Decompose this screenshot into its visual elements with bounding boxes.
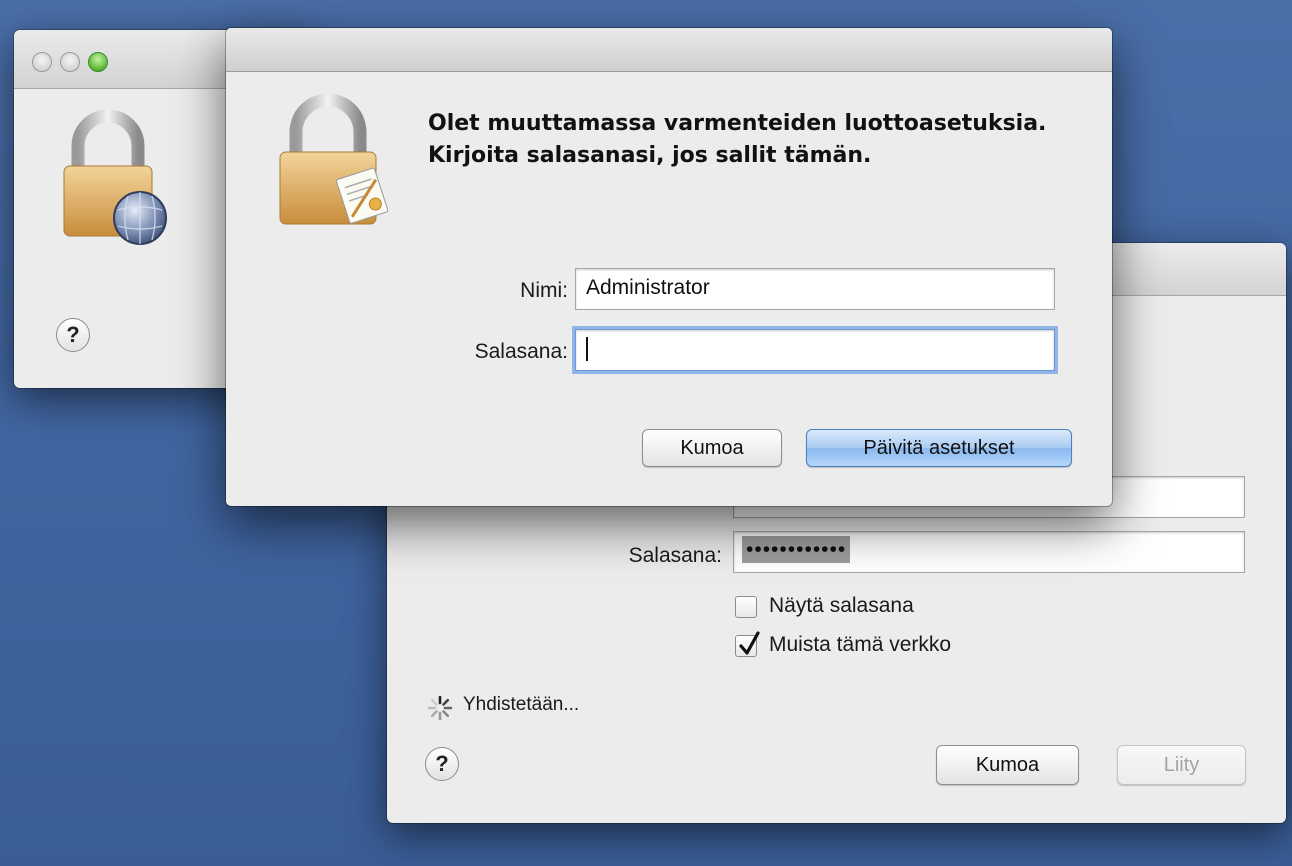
- password-field[interactable]: [575, 329, 1055, 371]
- spinner-icon: [427, 695, 453, 721]
- remember-network-checkbox[interactable]: [735, 631, 760, 657]
- help-button[interactable]: ?: [56, 318, 90, 352]
- checkmark-icon: [739, 631, 760, 655]
- name-field[interactable]: Administrator: [575, 268, 1055, 310]
- minimize-window-button[interactable]: [60, 52, 80, 72]
- status-text: Yhdistetään...: [463, 694, 580, 715]
- close-window-button[interactable]: [32, 52, 52, 72]
- show-password-checkbox[interactable]: [735, 596, 757, 618]
- name-label: Nimi:: [520, 279, 568, 302]
- lock-certificate-icon: [279, 94, 389, 225]
- update-settings-button[interactable]: Päivitä asetukset: [806, 429, 1072, 467]
- cancel-button[interactable]: Kumoa: [642, 429, 782, 467]
- cancel-button[interactable]: Kumoa: [936, 745, 1079, 785]
- remember-network-label: Muista tämä verkko: [769, 633, 952, 656]
- join-button[interactable]: Liity: [1117, 745, 1246, 785]
- show-password-label: Näytä salasana: [769, 594, 914, 617]
- password-label: Salasana:: [474, 340, 568, 363]
- text-caret: [586, 337, 588, 362]
- title-bar: [226, 28, 1112, 72]
- authorization-dialog: Olet muuttamassa varmenteiden luottoaset…: [226, 28, 1112, 506]
- lock-globe-icon: [63, 109, 167, 245]
- password-dots: ••••••••••••: [742, 536, 851, 563]
- help-button[interactable]: ?: [425, 747, 459, 781]
- zoom-window-button[interactable]: [88, 52, 108, 72]
- password-label: Salasana:: [628, 544, 722, 567]
- password-field[interactable]: ••••••••••••: [733, 531, 1245, 573]
- dialog-message: Olet muuttamassa varmenteiden luottoaset…: [428, 111, 1047, 168]
